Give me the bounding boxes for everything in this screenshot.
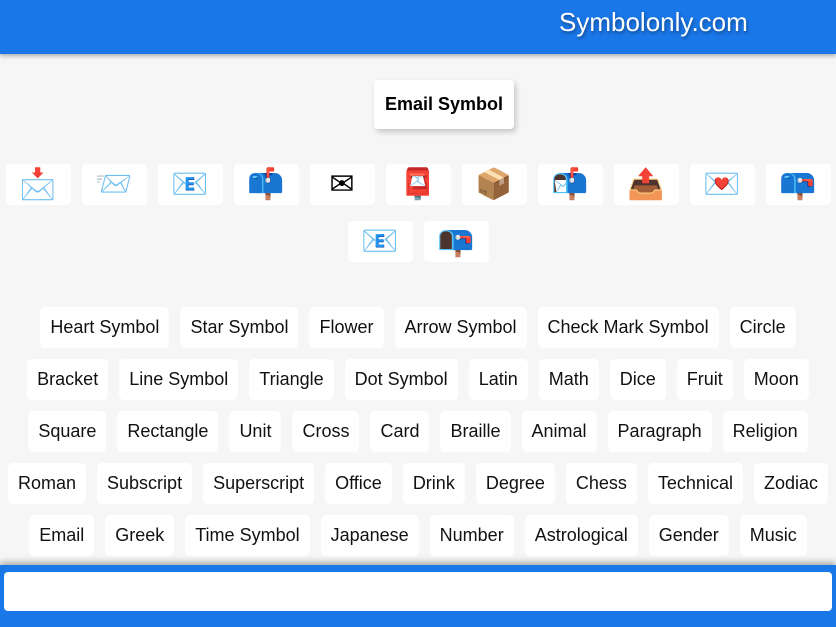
category-tag[interactable]: Triangle [249,359,334,400]
category-tag[interactable]: Moon [743,359,809,400]
category-tag[interactable]: Email [29,515,95,556]
category-tag[interactable]: Unit [229,411,282,452]
page-title: Email Symbol [374,80,515,129]
category-tag[interactable]: Zodiac [753,463,828,504]
bottom-bar [0,565,836,627]
category-tag[interactable]: Roman [8,463,87,504]
category-tag[interactable]: Star Symbol [180,307,299,348]
category-tag[interactable]: Technical [647,463,743,504]
category-tag[interactable]: Number [429,515,514,556]
category-tag[interactable]: Animal [521,411,597,452]
symbol-tile[interactable]: 📪 [765,164,831,205]
category-tag[interactable]: Office [325,463,392,504]
category-tag[interactable]: Music [739,515,807,556]
category-tag[interactable]: Time Symbol [185,515,310,556]
site-title[interactable]: Symbolonly.com [559,7,748,38]
category-tag[interactable]: Circle [729,307,796,348]
category-tag[interactable]: Card [370,411,430,452]
category-tag[interactable]: Rectangle [117,411,219,452]
category-tag[interactable]: Religion [722,411,808,452]
category-tag[interactable]: Cross [292,411,360,452]
symbol-tile[interactable]: 📫 [233,164,299,205]
category-tags: Heart Symbol Star Symbol Flower Arrow Symbo… [0,307,836,608]
category-tag[interactable]: Braille [440,411,511,452]
category-tag[interactable]: Square [28,411,107,452]
category-tag[interactable]: Subscript [97,463,193,504]
symbol-tile[interactable]: 📨 [81,164,147,205]
symbol-tile[interactable]: 📦 [461,164,527,205]
category-tag[interactable]: Gender [648,515,729,556]
category-tag[interactable]: Japanese [320,515,419,556]
symbol-tile[interactable]: 📧 [157,164,223,205]
category-tag[interactable]: Dot Symbol [344,359,458,400]
search-input[interactable] [4,572,832,611]
category-tag[interactable]: Math [538,359,599,400]
category-tag[interactable]: Chess [565,463,637,504]
symbol-tile[interactable]: 📭 [423,221,489,262]
category-tag[interactable]: Arrow Symbol [394,307,527,348]
category-tag[interactable]: Line Symbol [119,359,239,400]
category-tag[interactable]: Drink [402,463,465,504]
symbol-tile[interactable]: 📤 [613,164,679,205]
category-tag[interactable]: Paragraph [607,411,712,452]
category-tag[interactable]: Astrological [524,515,638,556]
category-tag[interactable]: Fruit [676,359,733,400]
category-tag[interactable]: Dice [609,359,666,400]
category-tag[interactable]: Bracket [27,359,109,400]
category-tag[interactable]: Greek [105,515,175,556]
symbol-tile[interactable]: 💌 [689,164,755,205]
category-tag[interactable]: Heart Symbol [40,307,170,348]
symbol-tile[interactable]: 📩 [5,164,71,205]
symbol-tile[interactable]: 📬 [537,164,603,205]
category-tag[interactable]: Flower [309,307,384,348]
category-tag[interactable]: Check Mark Symbol [537,307,719,348]
symbol-tile[interactable]: 📮 [385,164,451,205]
symbol-tile[interactable]: ✉ [309,164,375,205]
symbol-tile[interactable]: 📧 [347,221,413,262]
category-tag[interactable]: Latin [468,359,528,400]
symbol-grid: 📩 📨 📧 📫 ✉ 📮 📦 📬 📤 💌 📪 📧 📭 [0,164,836,262]
category-tag[interactable]: Superscript [203,463,315,504]
header: Symbolonly.com [0,0,836,54]
category-tag[interactable]: Degree [475,463,555,504]
